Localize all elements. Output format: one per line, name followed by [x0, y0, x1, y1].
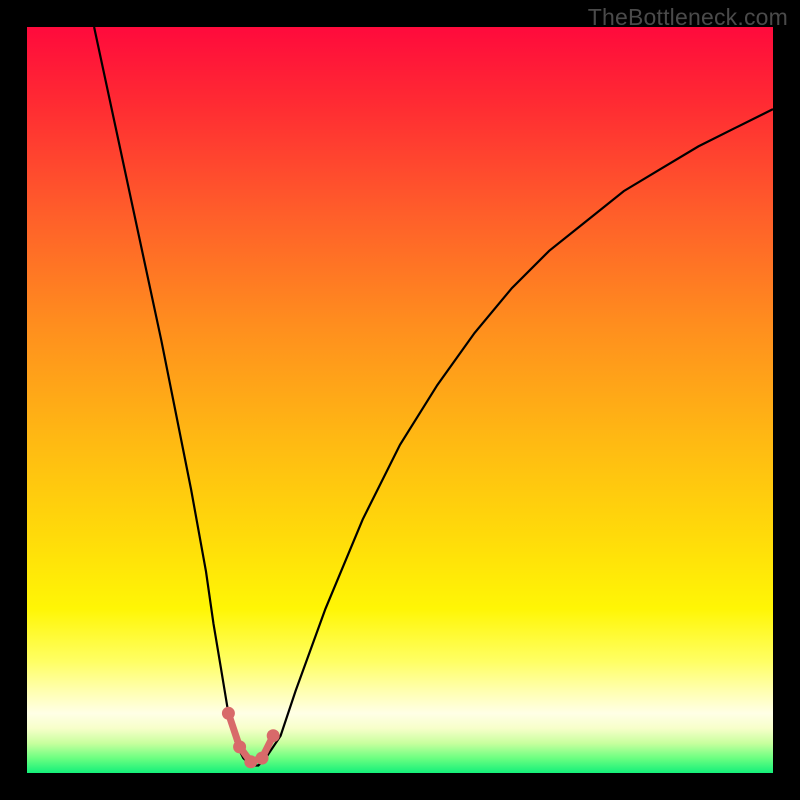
- highlight-dot: [256, 752, 269, 765]
- watermark-text: TheBottleneck.com: [588, 4, 788, 31]
- bottleneck-curve: [94, 27, 773, 766]
- chart-plot-area: [27, 27, 773, 773]
- highlight-dot: [222, 707, 235, 720]
- highlight-dot: [244, 755, 257, 768]
- highlight-dot: [233, 740, 246, 753]
- bottleneck-curve-svg: [27, 27, 773, 773]
- highlight-dots: [222, 707, 280, 769]
- highlight-dot: [267, 729, 280, 742]
